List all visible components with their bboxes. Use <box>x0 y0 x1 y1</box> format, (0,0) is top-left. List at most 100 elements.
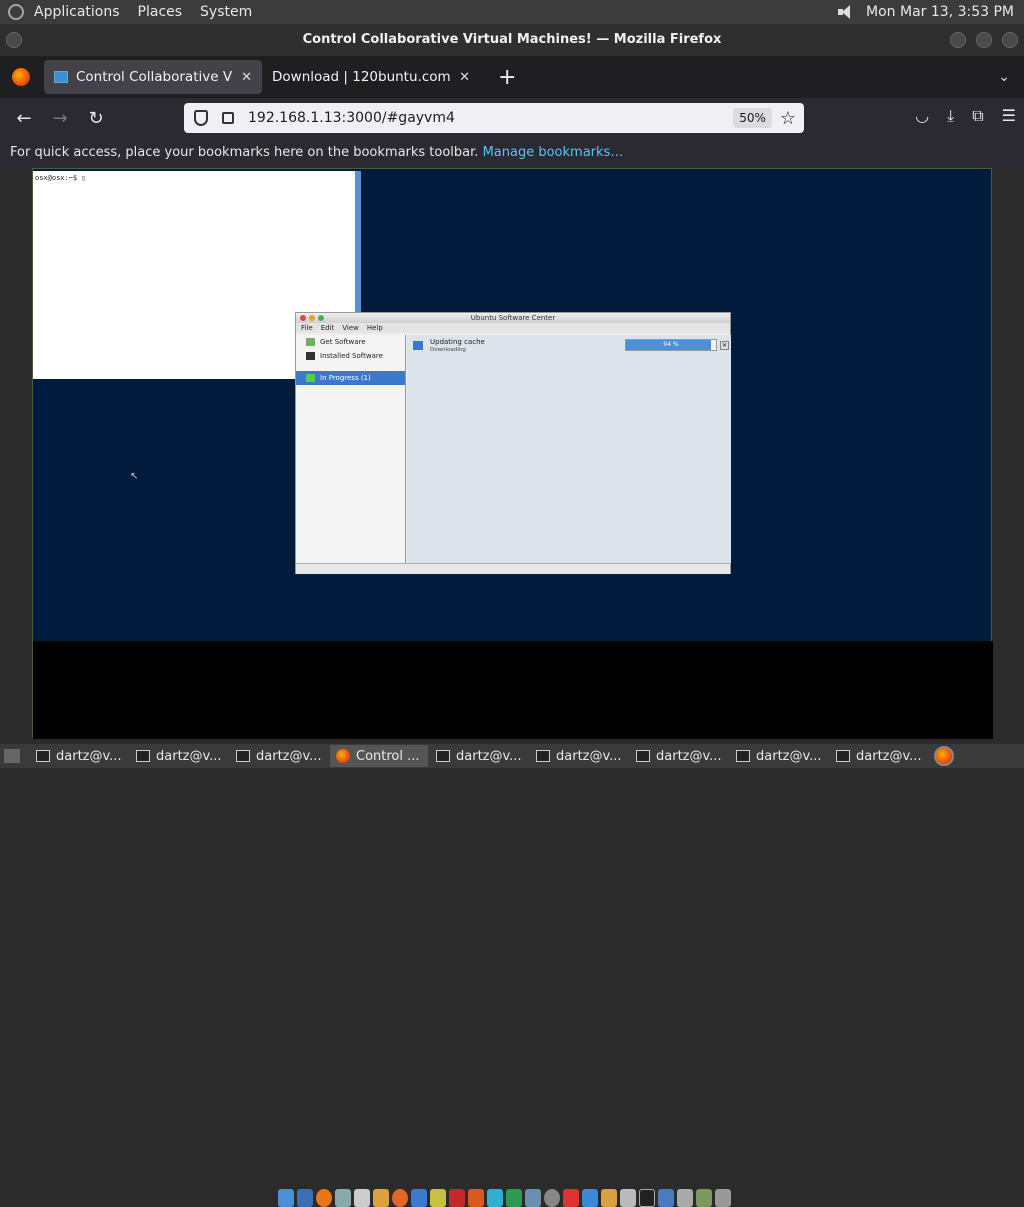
task-status: Downloading <box>430 347 466 353</box>
dock-app-icon[interactable] <box>582 1189 598 1207</box>
dock-app-icon[interactable] <box>354 1189 370 1207</box>
dock-app-icon[interactable] <box>392 1189 408 1207</box>
sidebar-item-get-software[interactable]: Get Software <box>296 335 405 349</box>
distro-logo-icon[interactable] <box>8 4 24 20</box>
clock[interactable]: Mon Mar 13, 3:53 PM <box>866 4 1014 20</box>
show-desktop-icon[interactable] <box>4 749 20 763</box>
url-bar[interactable]: 192.168.1.13:3000/#gayvm4 50% ☆ <box>184 103 804 133</box>
taskbar-item[interactable]: dartz@v... <box>630 745 728 767</box>
software-center-window[interactable]: Ubuntu Software Center File Edit View He… <box>295 312 731 574</box>
taskbar-item[interactable]: dartz@v... <box>530 745 628 767</box>
vm-lower-area <box>33 641 993 1207</box>
taskbar-item[interactable]: Control ... <box>330 745 428 767</box>
dock-mail-icon[interactable] <box>335 1189 351 1207</box>
tab-title: Download | 120buntu.com <box>272 69 451 85</box>
dock-app-icon[interactable] <box>297 1189 313 1207</box>
tab-title: Control Collaborative Virtua <box>76 69 233 85</box>
software-center-titlebar[interactable]: Ubuntu Software Center <box>296 313 730 323</box>
dock-terminal-icon[interactable] <box>639 1189 655 1207</box>
dock-app-icon[interactable] <box>411 1189 427 1207</box>
bookmark-star-icon[interactable]: ☆ <box>780 108 796 129</box>
minimize-button[interactable] <box>950 32 966 48</box>
tracking-protection-shield-icon[interactable] <box>194 110 208 126</box>
tab-control-vm[interactable]: Control Collaborative Virtua ✕ <box>44 60 262 94</box>
dock-app-icon[interactable] <box>563 1189 579 1207</box>
places-menu[interactable]: Places <box>138 4 183 20</box>
in-progress-icon <box>306 374 315 382</box>
dock-firefox-icon[interactable] <box>316 1189 332 1207</box>
window-title: Control Collaborative Virtual Machines! … <box>302 32 722 47</box>
firefox-icon[interactable] <box>12 68 30 86</box>
taskbar-item[interactable]: dartz@v... <box>230 745 328 767</box>
taskbar-item-label: Control ... <box>356 748 420 764</box>
dock-app-icon[interactable] <box>620 1189 636 1207</box>
dock-app-icon[interactable] <box>677 1189 693 1207</box>
bookmarks-toolbar: For quick access, place your bookmarks h… <box>0 138 1024 168</box>
sidebar-item-installed-software[interactable]: Installed Software <box>296 349 405 363</box>
pocket-icon[interactable]: ◡ <box>915 106 929 126</box>
sidebar-item-in-progress[interactable]: In Progress (1) <box>296 371 405 385</box>
dock-app-icon[interactable] <box>525 1189 541 1207</box>
downloads-icon[interactable]: ⤓ <box>947 106 954 126</box>
dock-app-icon[interactable] <box>696 1189 712 1207</box>
forward-button[interactable]: → <box>42 108 78 129</box>
software-center-sidebar: Get Software Installed Software In Progr… <box>296 335 406 563</box>
firefox-icon <box>336 749 350 763</box>
dock-app-icon[interactable] <box>487 1189 503 1207</box>
window-menu-button[interactable] <box>6 32 22 48</box>
dock-app-icon[interactable] <box>601 1189 617 1207</box>
progress-task-row: Updating cache Downloading 94 % ✕ <box>413 338 729 356</box>
list-tabs-chevron-icon[interactable]: ⌄ <box>998 69 1010 85</box>
site-info-icon[interactable] <box>222 112 234 124</box>
minimize-dot-icon[interactable] <box>309 315 315 321</box>
sidebar-label: In Progress (1) <box>320 374 371 382</box>
taskbar-item[interactable]: dartz@v... <box>730 745 828 767</box>
bookmarks-hint: For quick access, place your bookmarks h… <box>10 145 479 160</box>
extensions-icon[interactable]: ⧉ <box>972 106 983 126</box>
volume-icon[interactable] <box>838 5 856 19</box>
dock-app-icon[interactable] <box>468 1189 484 1207</box>
terminal-icon <box>536 750 550 762</box>
close-dot-icon[interactable] <box>300 315 306 321</box>
manage-bookmarks-link[interactable]: Manage bookmarks… <box>483 145 624 160</box>
dock-app-icon[interactable] <box>658 1189 674 1207</box>
monitor-icon <box>54 71 68 83</box>
dock-photos-icon[interactable] <box>373 1189 389 1207</box>
dock-app-icon[interactable] <box>506 1189 522 1207</box>
menu-help[interactable]: Help <box>367 323 383 333</box>
close-tab-icon[interactable]: ✕ <box>459 70 470 85</box>
taskbar-item[interactable]: dartz@v... <box>830 745 928 767</box>
vm-display[interactable]: osx@osx:~$ ▯ ↖ Ubuntu Software Center Fi… <box>32 168 993 1207</box>
taskbar-item[interactable]: dartz@v... <box>130 745 228 767</box>
new-tab-button[interactable]: + <box>498 65 516 90</box>
software-center-statusbar <box>296 563 730 574</box>
dock-app-icon[interactable] <box>430 1189 446 1207</box>
tab-download[interactable]: Download | 120buntu.com ✕ <box>262 60 480 94</box>
firefox-tray-icon[interactable] <box>934 746 954 766</box>
dock-app-icon[interactable] <box>544 1189 560 1207</box>
cancel-task-button[interactable]: ✕ <box>720 341 729 350</box>
taskbar-item-label: dartz@v... <box>456 748 522 764</box>
close-tab-icon[interactable]: ✕ <box>241 70 252 85</box>
maximize-button[interactable] <box>976 32 992 48</box>
close-window-button[interactable] <box>1002 32 1018 48</box>
dock-app-icon[interactable] <box>449 1189 465 1207</box>
reload-button[interactable]: ↻ <box>78 108 114 129</box>
url-text[interactable]: 192.168.1.13:3000/#gayvm4 <box>248 110 733 126</box>
system-menu[interactable]: System <box>200 4 252 20</box>
dock-trash-icon[interactable] <box>715 1189 731 1207</box>
taskbar-item[interactable]: dartz@v... <box>30 745 128 767</box>
back-button[interactable]: ← <box>6 108 42 129</box>
applications-menu[interactable]: Applications <box>34 4 120 20</box>
dock-finder-icon[interactable] <box>278 1189 294 1207</box>
hamburger-menu-icon[interactable]: ☰ <box>1002 106 1016 126</box>
top-panel: Applications Places System Mon Mar 13, 3… <box>0 0 1024 24</box>
menu-edit[interactable]: Edit <box>321 323 335 333</box>
taskbar-item-label: dartz@v... <box>256 748 322 764</box>
taskbar-item[interactable]: dartz@v... <box>430 745 528 767</box>
dock <box>278 1181 731 1207</box>
menu-file[interactable]: File <box>301 323 313 333</box>
zoom-level[interactable]: 50% <box>733 108 772 128</box>
menu-view[interactable]: View <box>342 323 359 333</box>
zoom-dot-icon[interactable] <box>318 315 324 321</box>
